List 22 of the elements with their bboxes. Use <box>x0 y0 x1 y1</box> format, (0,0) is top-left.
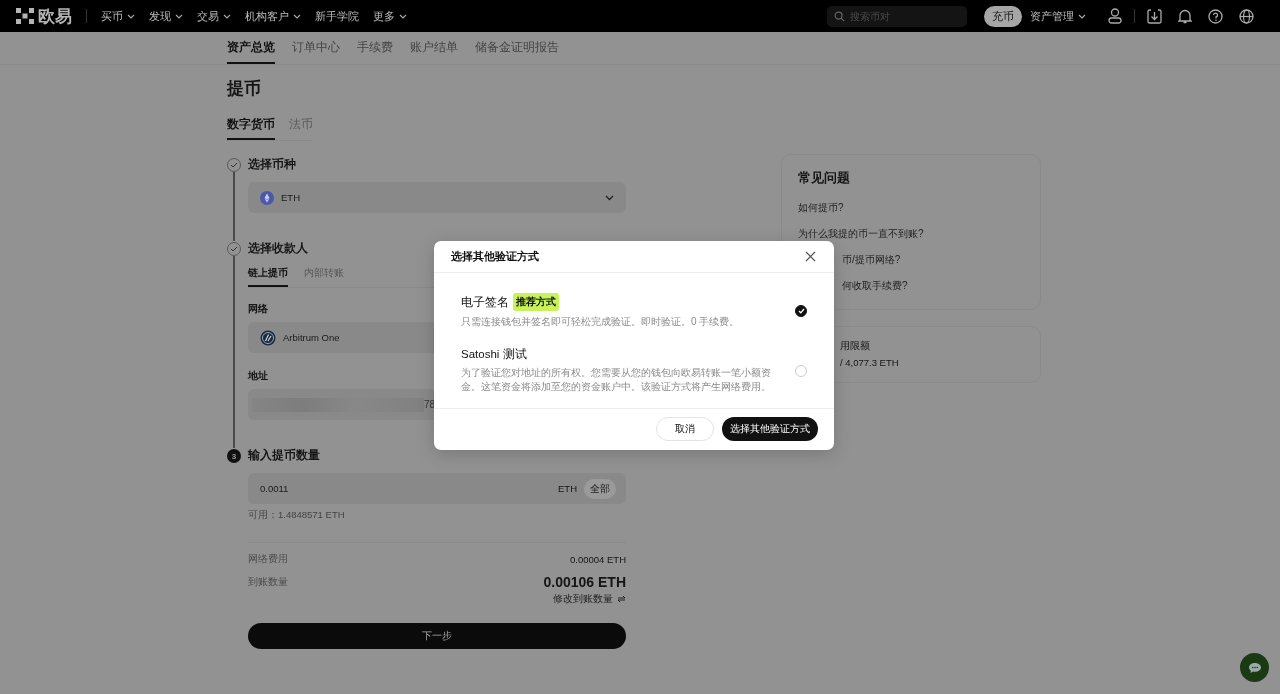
option-title: 电子签名 <box>461 294 509 310</box>
step-title: 选择币种 <box>248 157 296 172</box>
option-description: 只需连接钱包并签名即可轻松完成验证。即时验证。0 手续费。 <box>461 315 741 329</box>
step-title: 选择收款人 <box>248 241 308 256</box>
option-description: 为了验证您对地址的所有权。您需要从您的钱包向欧易转账一笔小额资金。这笔资金将添加至您的资金账户中。该验证方式将产生网络费用。 <box>461 366 772 394</box>
receive-value: 0.00106 ETH <box>543 574 626 590</box>
step-title: 输入提币数量 <box>248 448 320 463</box>
step-number-badge: 3 <box>227 449 241 463</box>
field-label: 网络 <box>248 302 268 316</box>
limit-title: 用限额 <box>840 340 870 353</box>
available-balance: 可用：1.4848571 ETH <box>248 509 346 522</box>
unit-label: ETH <box>558 483 577 494</box>
field-label: 地址 <box>248 369 268 383</box>
fee-label: 网络费用 <box>248 553 288 566</box>
dialog-title: 选择其他验证方式 <box>451 249 539 264</box>
page-title: 提币 <box>227 78 262 100</box>
receive-label: 到账数量 <box>248 575 288 589</box>
fee-value: 0.00004 ETH <box>570 554 626 565</box>
recommended-tag: 推荐方式 <box>513 293 559 311</box>
option-title: Satoshi 测试 <box>461 347 527 362</box>
faq-title: 常见问题 <box>798 169 850 187</box>
limit-value: / 4,077.3 ETH <box>840 357 899 368</box>
